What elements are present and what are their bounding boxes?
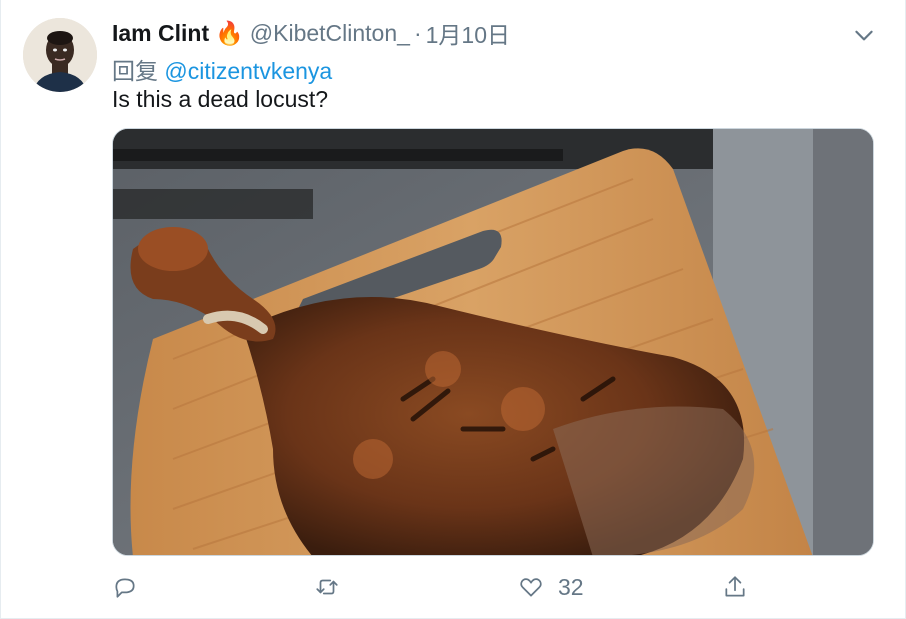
user-handle[interactable]: @KibetClinton_: [250, 20, 410, 47]
like-count: 32: [558, 573, 584, 600]
display-name[interactable]: Iam Clint: [112, 20, 209, 47]
avatar[interactable]: [23, 18, 97, 92]
like-button[interactable]: 32: [518, 566, 584, 608]
share-button[interactable]: [722, 566, 748, 608]
separator-dot: ·: [413, 19, 422, 46]
retweet-icon: [316, 579, 338, 595]
tweet-header: Iam Clint 🔥 @KibetClinton_ · 1月10日: [112, 16, 865, 50]
tweet-photo[interactable]: [112, 128, 874, 556]
retweet-button[interactable]: [314, 566, 340, 608]
tweet-actions: 32: [112, 566, 772, 608]
heart-icon: [520, 578, 542, 597]
tweet-text: Is this a dead locust?: [112, 86, 329, 112]
tweet-card[interactable]: Iam Clint 🔥 @KibetClinton_ · 1月10日 回复 @c…: [0, 0, 906, 619]
share-icon: [725, 576, 745, 597]
chevron-down-icon[interactable]: [851, 22, 877, 48]
fire-emoji-icon: 🔥: [215, 19, 244, 46]
reply-icon: [115, 578, 135, 598]
reply-button[interactable]: [112, 566, 138, 608]
reply-prefix: 回复: [112, 58, 158, 84]
reply-mention-link[interactable]: @citizentvkenya: [164, 58, 332, 84]
reply-context: 回复 @citizentvkenya: [112, 52, 332, 86]
tweet-date[interactable]: 1月10日: [426, 16, 510, 50]
